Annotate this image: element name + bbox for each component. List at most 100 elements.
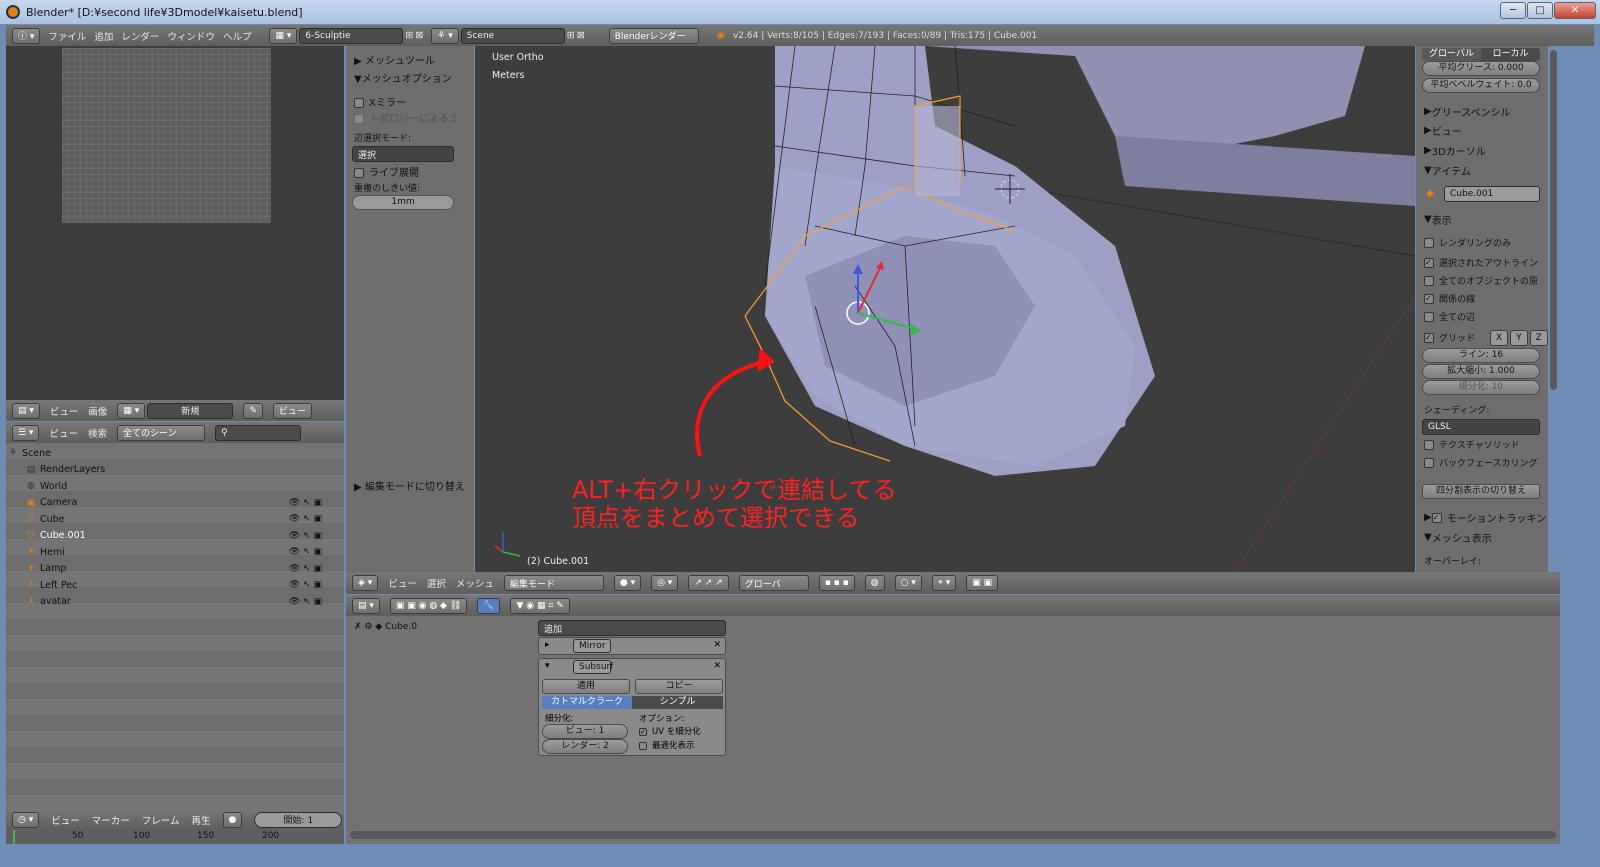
timeline[interactable]: 50 100 150 200 bbox=[6, 830, 344, 844]
grid-checkbox[interactable]: ✓ グリッド bbox=[1424, 331, 1475, 344]
add-scene-icon[interactable]: ⊞ bbox=[567, 30, 575, 41]
timeline-menu-marker[interactable]: マーカー bbox=[92, 813, 130, 827]
edge-select-dropdown[interactable]: 選択 bbox=[352, 146, 454, 162]
add-modifier-dropdown[interactable]: 追加 bbox=[538, 620, 726, 636]
timeline-menu-view[interactable]: ビュー bbox=[51, 813, 80, 827]
menu-file[interactable]: ファイル bbox=[48, 29, 86, 43]
scene-field[interactable]: Scene bbox=[460, 27, 565, 44]
section-item[interactable]: ▼ アイテム bbox=[1424, 163, 1471, 178]
item-name-field[interactable]: Cube.001 bbox=[1444, 186, 1540, 202]
add-screen-icon[interactable]: ⊞ bbox=[405, 30, 413, 41]
info-editor-type-icon[interactable]: ⓘ ▾ bbox=[12, 27, 41, 44]
live-unwrap-checkbox[interactable]: ライブ展開 bbox=[354, 164, 419, 179]
subsurf-name-field[interactable]: Subsurf bbox=[573, 660, 613, 674]
limit-selection-icon[interactable]: ◍ bbox=[864, 575, 885, 591]
mirror-modifier[interactable]: ▸ Mirror ✕ bbox=[538, 637, 726, 655]
image-menu-image[interactable]: 画像 bbox=[88, 404, 107, 418]
apply-button[interactable]: 適用 bbox=[542, 679, 630, 694]
outliner-search-input[interactable]: ⚲ bbox=[214, 424, 301, 441]
viewport-menu-view[interactable]: ビュー bbox=[388, 576, 417, 590]
image-view-select[interactable]: ビュー bbox=[272, 402, 312, 419]
outliner-row[interactable]: ▣ Camera 👁 ↖ ▣ bbox=[26, 495, 360, 511]
section-mesh-display[interactable]: ▼ メッシュ表示 bbox=[1424, 530, 1492, 545]
image-menu-view[interactable]: ビュー bbox=[50, 404, 79, 418]
manipulator-icon[interactable]: ↗ ↗ ↗ bbox=[688, 575, 729, 591]
pin-icon[interactable]: ✎ bbox=[243, 402, 263, 419]
new-image-button[interactable]: 新規 bbox=[147, 402, 234, 419]
render-levels-field[interactable]: レンダー: 2 bbox=[542, 739, 628, 754]
properties-more-icons[interactable]: ▼ ◉ ▦ ⌗ ✎ bbox=[510, 597, 570, 614]
remove-modifier-icon[interactable]: ✕ bbox=[713, 640, 721, 650]
remove-scene-icon[interactable]: ⊠ bbox=[577, 30, 585, 41]
toggle-edit-mode-section[interactable]: ▶ 編集モードに切り替え bbox=[354, 478, 465, 493]
section-3d-cursor[interactable]: ▶ 3Dカーソル bbox=[1424, 143, 1486, 158]
topology-mirror-checkbox[interactable]: トポロジーによるミ bbox=[354, 110, 459, 125]
simple-toggle[interactable]: シンプル bbox=[632, 696, 723, 709]
section-grease-pencil[interactable]: ▶ グリースペンシル bbox=[1424, 104, 1511, 119]
screen-layout-icon[interactable]: ▦ ▾ bbox=[269, 27, 298, 44]
tab-global[interactable]: グローバル bbox=[1422, 48, 1481, 61]
toggle-quad-view-button[interactable]: 四分割表示の切り替え bbox=[1422, 484, 1540, 499]
catmull-clark-toggle[interactable]: カトマルクラーク bbox=[542, 696, 632, 709]
outline-selected-checkbox[interactable]: ✓ 選択されたアウトライン bbox=[1424, 256, 1538, 269]
start-frame-field[interactable]: 開始: 1 bbox=[254, 811, 343, 828]
screen-layout-field[interactable]: 6-Sculptie bbox=[299, 27, 404, 44]
editor-type-icon[interactable]: ▤ ▾ bbox=[12, 402, 40, 419]
remove-screen-icon[interactable]: ⊠ bbox=[415, 30, 423, 41]
backface-culling-checkbox[interactable]: バックフェースカリング bbox=[1424, 456, 1538, 469]
outliner-row[interactable]: ⚘ Scene bbox=[8, 445, 342, 461]
grid-lines-field[interactable]: ライン: 16 bbox=[1422, 348, 1540, 363]
outliner-type-icon[interactable]: ☰ ▾ bbox=[12, 424, 40, 441]
outliner-display-select[interactable]: 全てのシーン bbox=[116, 424, 205, 441]
menu-add[interactable]: 追加 bbox=[94, 29, 113, 43]
section-motion-tracking[interactable]: ▶ ✓ モーショントラッキン bbox=[1424, 510, 1546, 525]
relationship-lines-checkbox[interactable]: ✓ 関係の線 bbox=[1424, 292, 1475, 305]
pivot-point-icon[interactable]: ◎ ▾ bbox=[651, 575, 679, 591]
visibility-toggles[interactable]: 👁 ↖ ▣ bbox=[289, 547, 322, 557]
grid-scale-field[interactable]: 拡大縮小: 1.000 bbox=[1422, 364, 1540, 379]
x-mirror-checkbox[interactable]: Xミラー bbox=[354, 94, 406, 109]
maximize-button[interactable]: □ bbox=[1527, 2, 1553, 19]
grid-axis-y[interactable]: Y bbox=[1510, 330, 1528, 346]
properties-horizontal-scrollbar[interactable] bbox=[350, 831, 1556, 839]
outliner-row[interactable]: ⅄ Left Pec 👁 ↖ ▣ bbox=[26, 577, 360, 593]
viewport-shading-icon[interactable]: ● ▾ bbox=[613, 575, 642, 591]
all-object-origins-checkbox[interactable]: 全てのオブジェクトの原 bbox=[1424, 274, 1538, 287]
menu-window[interactable]: ウィンドウ bbox=[167, 29, 215, 43]
outliner-row[interactable]: ☀ Lamp 👁 ↖ ▣ bbox=[26, 561, 360, 577]
outliner-row[interactable]: ◍ World bbox=[26, 478, 360, 494]
snap-icon[interactable]: ⌖ ▾ bbox=[931, 575, 957, 591]
image-browse-icon[interactable]: ▦ ▾ bbox=[117, 402, 146, 419]
double-threshold-field[interactable]: 1mm bbox=[352, 195, 454, 210]
shading-dropdown[interactable]: GLSL bbox=[1422, 419, 1540, 435]
grid-axis-z[interactable]: Z bbox=[1529, 330, 1548, 346]
view-levels-field[interactable]: ビュー: 1 bbox=[542, 724, 628, 739]
outliner-row[interactable]: ☀ Hemi 👁 ↖ ▣ bbox=[26, 544, 360, 560]
modifier-wrench-icon[interactable]: 🔧 bbox=[477, 597, 501, 614]
optimal-display-checkbox[interactable]: 最適化表示 bbox=[639, 739, 695, 751]
grid-subdivisions-field[interactable]: 細分化: 10 bbox=[1422, 380, 1540, 395]
orientation-select[interactable]: グローバ bbox=[738, 575, 809, 591]
textured-solid-checkbox[interactable]: テクスチャソリッド bbox=[1424, 438, 1520, 451]
render-only-checkbox[interactable]: レンダリングのみ bbox=[1424, 236, 1511, 249]
outliner-row[interactable]: ▽ Cube.001 👁 ↖ ▣ bbox=[26, 528, 360, 544]
copy-button[interactable]: コピー bbox=[635, 679, 723, 694]
mirror-name-field[interactable]: Mirror bbox=[573, 639, 611, 653]
mesh-options-section[interactable]: ▼メッシュオプション bbox=[354, 70, 452, 85]
select-mode-icon[interactable]: ▪ ▪ ▪ bbox=[818, 575, 855, 591]
timeline-menu-playback[interactable]: 再生 bbox=[191, 813, 210, 827]
visibility-toggles[interactable]: 👁 ↖ ▣ bbox=[289, 514, 322, 524]
mode-select[interactable]: 編集モード bbox=[503, 575, 604, 591]
record-icon[interactable]: ● bbox=[222, 811, 243, 828]
properties-context-icons[interactable]: ▣ ▣ ◉ ◍ ◆ ⛓ bbox=[389, 597, 468, 614]
outliner-row[interactable]: ▤ RenderLayers bbox=[26, 462, 360, 478]
uv-subdiv-checkbox[interactable]: ✓ UV を細分化 bbox=[639, 725, 701, 737]
proportional-edit-icon[interactable]: ○ ▾ bbox=[894, 575, 922, 591]
viewport-type-icon[interactable]: ◈ ▾ bbox=[352, 575, 379, 591]
all-edges-checkbox[interactable]: 全ての辺 bbox=[1424, 310, 1475, 323]
collapse-arrow-icon[interactable]: ▸ bbox=[545, 640, 550, 650]
visibility-toggles[interactable]: 👁 ↖ ▣ bbox=[289, 531, 322, 541]
outliner-row[interactable]: ▽ Cube 👁 ↖ ▣ bbox=[26, 511, 360, 527]
current-frame-marker[interactable] bbox=[13, 830, 15, 844]
visibility-toggles[interactable]: 👁 ↖ ▣ bbox=[289, 580, 322, 590]
